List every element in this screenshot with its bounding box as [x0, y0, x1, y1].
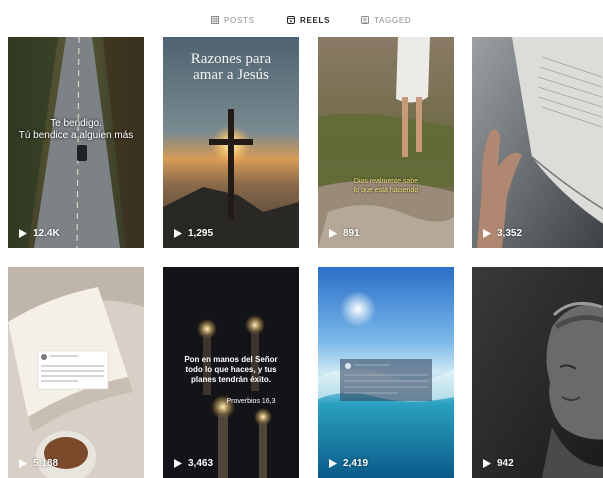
- tab-tagged[interactable]: TAGGED: [361, 13, 411, 27]
- play-icon: [174, 229, 182, 238]
- tagged-icon: [361, 16, 369, 24]
- tab-reels-label: REELS: [300, 15, 331, 25]
- tab-posts[interactable]: POSTS: [211, 13, 255, 27]
- play-icon: [19, 459, 27, 468]
- view-count: 891: [329, 228, 360, 239]
- profile-tabs: POSTS REELS TAGGED: [0, 0, 603, 37]
- reel-tile-3[interactable]: Dios realmente sabe lo que está haciendo…: [318, 37, 454, 248]
- view-count: 12.4K: [19, 228, 60, 239]
- view-count: 3,352: [483, 228, 522, 239]
- reel-overlay-line: Pon en manos del Señor: [184, 355, 278, 364]
- view-count-text: 1,295: [188, 228, 214, 239]
- reel-thumbnail-book-coffee: [8, 267, 144, 478]
- play-icon: [19, 229, 27, 238]
- reel-overlay-line: Razones para: [190, 51, 272, 67]
- play-icon: [329, 459, 337, 468]
- reel-tile-8[interactable]: 942: [472, 267, 603, 478]
- view-count-text: 3,463: [188, 458, 214, 469]
- reel-thumbnail-woman-grass: [318, 37, 454, 248]
- view-count: 1,295: [174, 228, 213, 239]
- play-icon: [174, 459, 182, 468]
- reel-thumbnail-jesus-statue: [472, 267, 603, 478]
- reels-icon: [287, 16, 295, 24]
- view-count: 5,188: [19, 458, 58, 469]
- reel-tile-4[interactable]: 3,352: [472, 37, 603, 248]
- reel-tile-6[interactable]: Pon en manos del Señor todo lo que haces…: [163, 267, 299, 478]
- tab-reels[interactable]: REELS: [287, 13, 330, 27]
- reel-thumbnail-road: [8, 37, 144, 248]
- reel-overlay-line: todo lo que haces, y tus: [185, 365, 277, 374]
- reel-tile-2[interactable]: Razones para amar a Jesús 1,295: [163, 37, 299, 248]
- reel-tile-5[interactable]: 5,188: [8, 267, 144, 478]
- view-count-text: 12.4K: [33, 228, 60, 239]
- view-count: 942: [483, 458, 514, 469]
- grid-icon: [211, 16, 219, 24]
- reel-tile-7[interactable]: 2,419: [318, 267, 454, 478]
- play-icon: [483, 229, 491, 238]
- view-count-text: 3,352: [497, 228, 523, 239]
- tab-posts-label: POSTS: [224, 15, 255, 25]
- view-count: 2,419: [329, 458, 368, 469]
- reel-overlay-line: Tú bendice a alguien más: [18, 130, 134, 141]
- reel-overlay-line: planes tendrán éxito.: [190, 375, 272, 384]
- view-count-text: 2,419: [343, 458, 369, 469]
- reel-overlay-line: Dios realmente sabe: [353, 178, 419, 185]
- view-count-text: 5,188: [33, 458, 59, 469]
- view-count: 3,463: [174, 458, 213, 469]
- reel-overlay-line: lo que está haciendo: [353, 187, 419, 194]
- reel-overlay-line: Te bendigo.: [50, 118, 102, 129]
- reel-tile-1[interactable]: Te bendigo. Tú bendice a alguien más 12.…: [8, 37, 144, 248]
- bible-reference: Proverbios 16,3: [226, 398, 276, 405]
- play-icon: [329, 229, 337, 238]
- view-count-text: 891: [343, 228, 360, 239]
- reel-thumbnail-ocean: [318, 267, 454, 478]
- play-icon: [483, 459, 491, 468]
- reel-thumbnail-open-bible: [472, 37, 603, 248]
- reel-overlay-line: amar a Jesús: [193, 67, 269, 83]
- view-count-text: 942: [497, 458, 514, 469]
- tab-tagged-label: TAGGED: [374, 15, 412, 25]
